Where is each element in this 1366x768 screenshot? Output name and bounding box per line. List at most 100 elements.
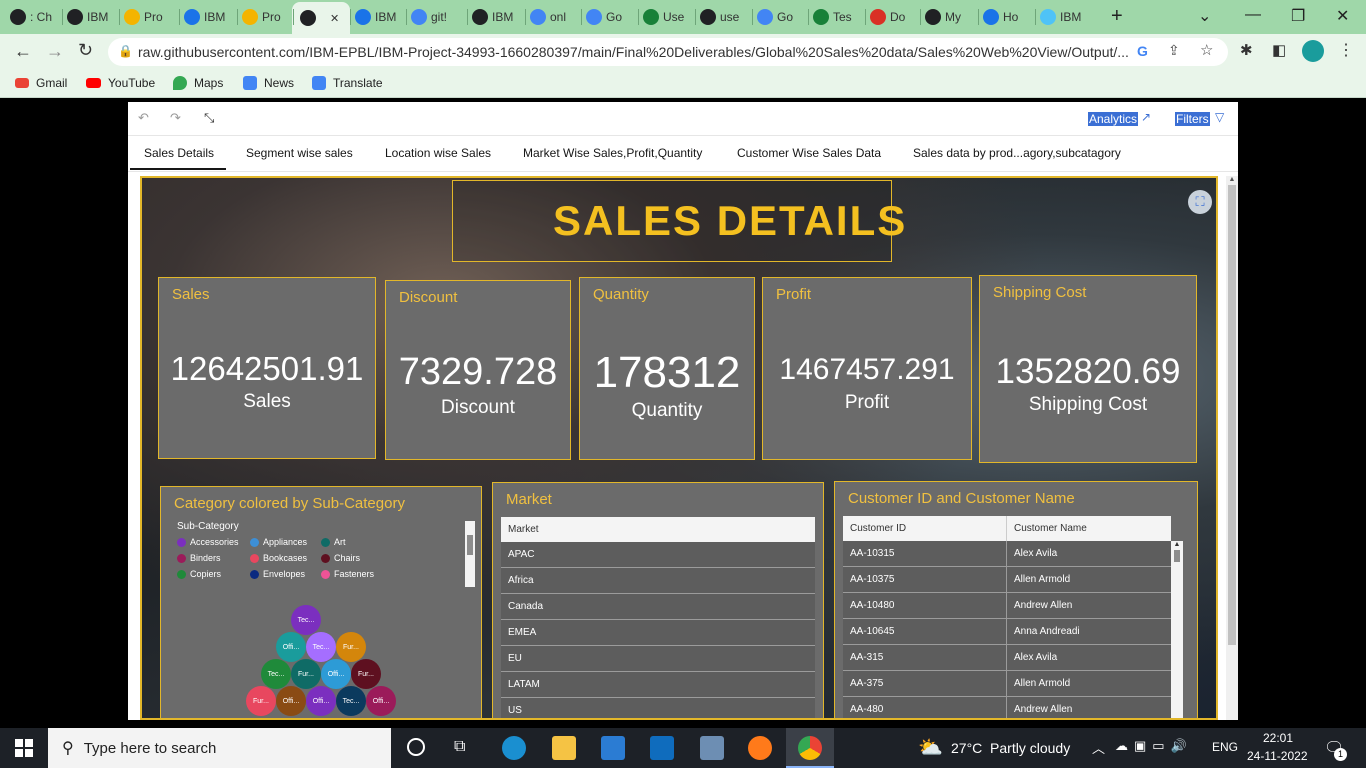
kpi-quantity[interactable]: Quantity 178312 Quantity — [579, 277, 755, 460]
close-tab-icon[interactable]: ✕ — [330, 12, 339, 25]
table-row[interactable]: AA-315 Alex Avila — [843, 645, 1171, 671]
browser-tab[interactable]: Ho — [983, 4, 1031, 30]
redo-icon[interactable]: ↷ — [170, 110, 181, 126]
analytics-button[interactable]: Analytics — [1088, 112, 1139, 126]
legend-item[interactable]: Fasteners — [321, 569, 374, 579]
extensions-icon[interactable]: ✱ — [1240, 41, 1253, 59]
legend-item[interactable]: Bookcases — [250, 553, 307, 563]
browser-tab[interactable]: Pro — [124, 4, 172, 30]
kpi-discount[interactable]: Discount 7329.728 Discount — [385, 280, 571, 460]
bubble[interactable]: Tec... — [291, 605, 321, 635]
menu-icon[interactable]: ⋮ — [1338, 40, 1354, 60]
language-indicator[interactable]: ENG — [1212, 740, 1238, 754]
legend-item[interactable]: Copiers — [177, 569, 221, 579]
analytics-icon[interactable]: ↗ — [1141, 110, 1151, 124]
browser-tab[interactable]: IBM — [1040, 4, 1088, 30]
forward-icon[interactable]: → — [46, 41, 64, 62]
filter-icon[interactable]: ▽ — [1215, 110, 1224, 124]
bookmark-youtube[interactable]: YouTube — [86, 76, 155, 90]
minimize-icon[interactable]: — — [1245, 6, 1261, 24]
chrome-taskbar-item[interactable] — [786, 728, 834, 768]
legend-item[interactable]: Appliances — [250, 537, 307, 547]
clock-date[interactable]: 24-11-2022 — [1247, 749, 1308, 763]
legend-item[interactable]: Art — [321, 537, 346, 547]
table-row[interactable]: EU — [501, 646, 815, 672]
file-explorer-icon[interactable] — [552, 736, 576, 760]
store-icon[interactable] — [601, 736, 625, 760]
bubble[interactable]: Offi... — [306, 686, 336, 716]
kpi-profit[interactable]: Profit 1467457.291 Profit — [762, 277, 972, 460]
legend-item[interactable]: Binders — [177, 553, 221, 563]
browser-tab[interactable]: Go — [757, 4, 805, 30]
table-row[interactable]: LATAM — [501, 672, 815, 698]
bookmark-star-icon[interactable]: ☆ — [1200, 41, 1213, 59]
market-panel[interactable]: Market Market APAC Africa Canada EMEA EU LATA… — [492, 482, 824, 718]
table-scrollbar[interactable]: ▲ — [1171, 541, 1183, 718]
windows-start-icon[interactable] — [15, 739, 33, 757]
filters-button[interactable]: Filters — [1175, 112, 1210, 126]
table-row[interactable]: APAC — [501, 542, 815, 568]
browser-tab[interactable]: Pro — [242, 4, 290, 30]
table-row[interactable]: AA-375 Allen Armold — [843, 671, 1171, 697]
bubble[interactable]: Offi... — [276, 632, 306, 662]
focus-mode-icon[interactable]: ⛶ — [1188, 190, 1212, 214]
bubble[interactable]: Tec... — [261, 659, 291, 689]
table-row[interactable]: AA-10315 Alex Avila — [843, 541, 1171, 567]
browser-tab[interactable]: My — [925, 4, 973, 30]
bookmark-gmail[interactable]: Gmail — [15, 76, 67, 90]
browser-tab[interactable]: onl — [530, 4, 578, 30]
browser-tab[interactable]: ✕ — [292, 2, 350, 34]
table-row[interactable]: AA-10645 Anna Andreadi — [843, 619, 1171, 645]
browser-tab[interactable]: Tes — [813, 4, 861, 30]
cortana-icon[interactable] — [407, 738, 425, 756]
collapse-icon[interactable]: ⤡ — [204, 110, 214, 126]
tab-sales-details[interactable]: Sales Details — [144, 146, 214, 160]
tab-customer-wise[interactable]: Customer Wise Sales Data — [737, 146, 881, 160]
page-scrollbar[interactable]: ▲ — [1226, 176, 1238, 720]
browser-tab[interactable]: IBM — [355, 4, 403, 30]
bookmark-news[interactable]: News — [243, 76, 294, 90]
share-icon[interactable]: ⇪ — [1168, 42, 1180, 59]
bubble[interactable]: Fur... — [246, 686, 276, 716]
bubble[interactable]: Fur... — [336, 632, 366, 662]
table-row[interactable]: Canada — [501, 594, 815, 620]
close-window-icon[interactable]: ✕ — [1336, 6, 1349, 26]
system-tray-icons[interactable]: ☁▣▭🔊 — [1115, 738, 1193, 754]
reload-icon[interactable]: ↻ — [78, 40, 93, 61]
profile-avatar[interactable] — [1302, 40, 1324, 62]
firefox-icon[interactable] — [748, 736, 772, 760]
legend-item[interactable]: Chairs — [321, 553, 360, 563]
google-lens-icon[interactable]: G — [1137, 43, 1148, 59]
clock-time[interactable]: 22:01 — [1263, 731, 1293, 745]
task-view-icon[interactable]: ⧉ — [454, 738, 465, 756]
category-bubble-panel[interactable]: Category colored by Sub-Category Sub-Cat… — [160, 486, 482, 718]
url-input[interactable]: 🔒 raw.githubusercontent.com/IBM-EPBL/IBM… — [108, 38, 1228, 66]
bubble[interactable]: Fur... — [291, 659, 321, 689]
browser-tab[interactable]: Go — [586, 4, 634, 30]
bubble[interactable]: Fur... — [351, 659, 381, 689]
browser-tab[interactable]: Use — [643, 4, 691, 30]
kpi-sales[interactable]: Sales 12642501.91 Sales — [158, 277, 376, 459]
bubble[interactable]: Tec... — [336, 686, 366, 716]
mail-icon[interactable] — [650, 736, 674, 760]
kpi-shipping-cost[interactable]: Shipping Cost 1352820.69 Shipping Cost — [979, 275, 1197, 463]
browser-tab[interactable]: git! — [411, 4, 459, 30]
bookmark-maps[interactable]: Maps — [173, 76, 223, 90]
tab-market-wise[interactable]: Market Wise Sales,Profit,Quantity — [523, 146, 702, 160]
browser-tab[interactable]: IBM — [67, 4, 115, 30]
browser-tab[interactable]: IBM — [184, 4, 232, 30]
restore-icon[interactable]: ❐ — [1291, 6, 1305, 26]
bubble[interactable]: Tec... — [306, 632, 336, 662]
back-icon[interactable]: ← — [14, 41, 32, 62]
customer-panel[interactable]: Customer ID and Customer Name Customer I… — [834, 481, 1198, 718]
legend-scrollbar[interactable] — [465, 521, 475, 587]
show-hidden-icons-icon[interactable]: ︿ — [1092, 738, 1105, 757]
weather-text[interactable]: 27°C Partly cloudy — [951, 740, 1070, 756]
legend-item[interactable]: Accessories — [177, 537, 239, 547]
taskbar-search[interactable]: ⚲ Type here to search — [48, 728, 391, 768]
legend-item[interactable]: Envelopes — [250, 569, 305, 579]
undo-icon[interactable]: ↶ — [138, 110, 149, 126]
table-row[interactable]: AA-480 Andrew Allen — [843, 697, 1171, 718]
side-panel-icon[interactable]: ◧ — [1272, 41, 1286, 59]
tab-segment-wise-sales[interactable]: Segment wise sales — [246, 146, 353, 160]
